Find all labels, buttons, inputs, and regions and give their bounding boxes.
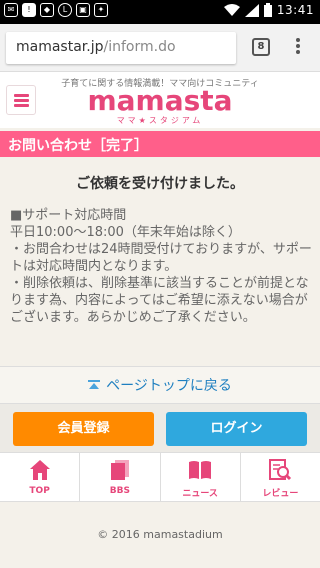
info-line: ■サポート対応時間 [10,208,127,223]
url-path: /inform.do [103,39,176,55]
auth-buttons: 会員登録 ログイン [0,404,320,452]
nav-item-news[interactable]: ニュース [161,453,241,501]
bag-icon: ▣ [76,3,90,17]
review-icon [269,459,292,481]
status-time: 13:41 [276,3,314,17]
bottom-nav: TOP BBS ニュース レビュー [0,452,320,502]
page-top-link[interactable]: ページトップに戻る [88,375,232,395]
status-left-icons: ✉ ! ◆ L ▣ ✦ [4,3,108,17]
nav-label: ニュース [182,489,218,499]
line-icon: L [58,3,72,17]
info-line: 平日10:00〜18:00（年末年始は除く） [10,225,241,240]
book-icon [189,461,212,479]
page-top-bar: ページトップに戻る [0,366,320,404]
battery-icon [263,3,272,17]
nav-label: レビュー [262,489,299,499]
register-button[interactable]: 会員登録 [13,412,154,446]
url-bar[interactable]: mamastar.jp/inform.do [6,32,236,64]
info-line: ・お問合わせは24時間受付けておりますが、サポートは対応時間内となります。 [10,242,312,274]
signal-icon [244,3,259,17]
site-header: 子育てに関する情報満載！ママ向けコミュニティ mamasta ママ★スタジアム [0,72,320,128]
support-info: ■サポート対応時間 平日10:00〜18:00（年末年始は除く） ・お問合わせは… [10,207,312,326]
nav-item-top[interactable]: TOP [0,453,81,501]
site-logo-subtitle: ママ★スタジアム [116,116,204,125]
login-button[interactable]: ログイン [166,412,307,446]
nav-item-bbs[interactable]: BBS [80,453,161,501]
arrow-up-icon [88,380,101,390]
shield-icon: ◆ [40,3,54,17]
url-domain: mamastar.jp [16,39,104,55]
clean-icon: ✦ [94,3,108,17]
nav-label: TOP [29,486,50,496]
home-icon [29,460,50,480]
mail-icon: ✉ [4,3,18,17]
page-top-label: ページトップに戻る [106,378,232,394]
bbs-icon [110,460,129,480]
info-line: ・削除依頼は、削除基準に該当することが前提となります為、内容によってはご希望に添… [10,276,309,325]
page-title: お問い合わせ［完了］ [0,131,320,157]
footer: © 2016 mamastadium [0,502,320,568]
status-bar: ✉ ! ◆ L ▣ ✦ 13:41 [0,0,320,24]
browser-menu-button[interactable] [290,36,306,58]
site-logo[interactable]: mamasta [0,84,320,117]
browser-toolbar: mamastar.jp/inform.do 8 [0,24,320,72]
main-content: ご依頼を受け付けました。 ■サポート対応時間 平日10:00〜18:00（年末年… [0,157,320,365]
nav-label: BBS [109,486,130,496]
wifi-icon [223,3,240,16]
nav-item-review[interactable]: レビュー [241,453,320,501]
completion-message: ご依頼を受け付けました。 [76,176,244,192]
copyright: © 2016 mamastadium [97,528,223,541]
status-right: 13:41 [223,3,314,17]
tab-switcher-button[interactable]: 8 [252,38,270,56]
alert-icon: ! [22,3,36,17]
